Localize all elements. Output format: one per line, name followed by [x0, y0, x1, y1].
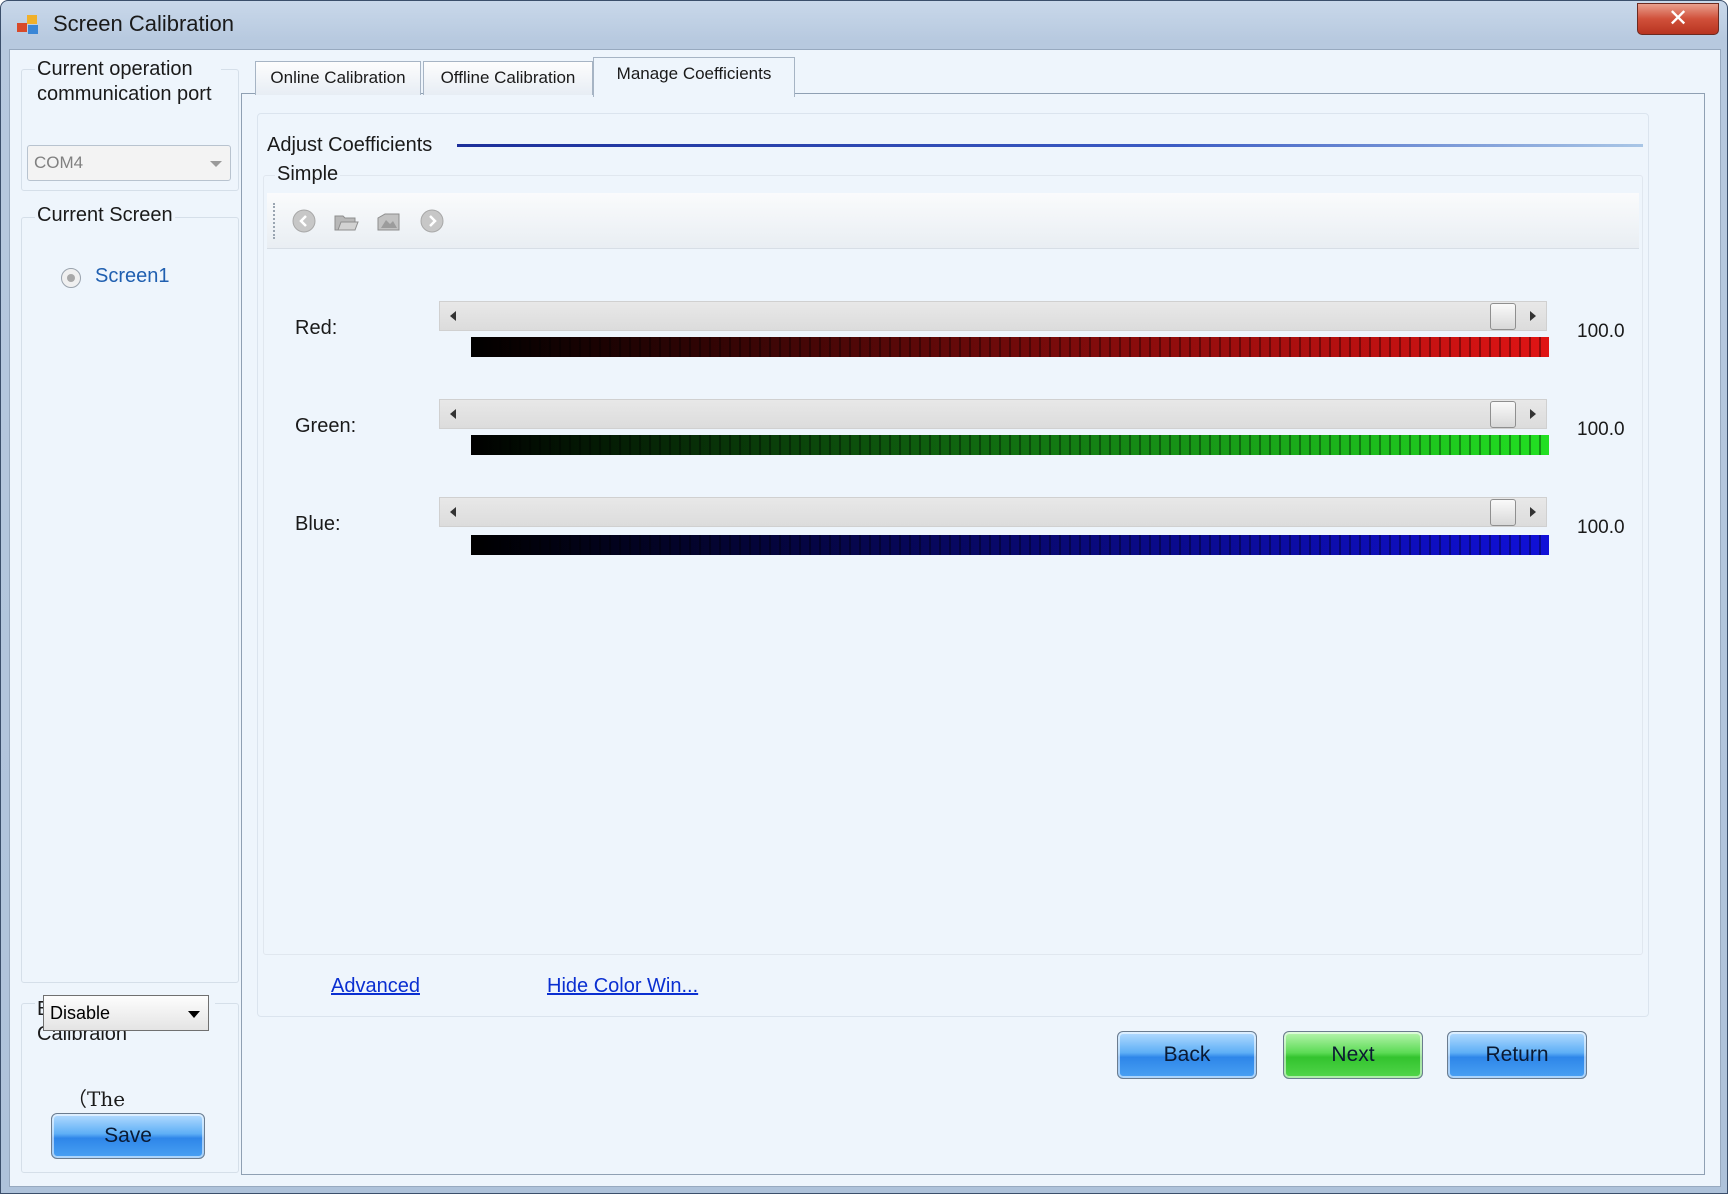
scroll-left-icon[interactable]	[450, 409, 456, 419]
enable-select-value: Disable	[50, 1003, 111, 1023]
green-gradient-bar	[471, 435, 1549, 455]
adjust-coefficients-label: Adjust Coefficients	[267, 134, 433, 156]
blue-slider[interactable]	[439, 497, 1547, 527]
toolbar	[267, 193, 1639, 249]
green-slider-thumb[interactable]	[1490, 401, 1516, 428]
radio-dot-icon	[67, 274, 75, 282]
simple-group	[263, 175, 1643, 955]
green-value: 100.0	[1577, 419, 1625, 440]
toolbar-grip	[273, 203, 276, 239]
back-icon[interactable]	[291, 208, 317, 234]
green-label: Green:	[295, 415, 357, 437]
close-button[interactable]: ✕	[1637, 3, 1719, 35]
red-slider[interactable]	[439, 301, 1547, 331]
chevron-down-icon	[210, 161, 222, 167]
scroll-right-icon[interactable]	[1530, 507, 1536, 517]
tab-manage-coefficients[interactable]: Manage Coefficients	[593, 57, 795, 97]
blue-value: 100.0	[1577, 517, 1625, 538]
tab-online-calibration[interactable]: Online Calibration	[255, 61, 421, 95]
note-text: （The	[67, 1087, 126, 1111]
window-title: Screen Calibration	[53, 11, 234, 36]
enable-select[interactable]: Disable	[43, 995, 209, 1031]
app-icon	[17, 15, 39, 35]
simple-label: Simple	[275, 162, 341, 187]
tab-offline-calibration[interactable]: Offline Calibration	[423, 61, 593, 95]
scroll-right-icon[interactable]	[1530, 311, 1536, 321]
scroll-left-icon[interactable]	[450, 311, 456, 321]
hide-color-window-link[interactable]: Hide Color Win...	[547, 975, 698, 998]
open-file-icon[interactable]	[375, 208, 401, 234]
screen1-label[interactable]: Screen1	[95, 265, 170, 288]
scroll-right-icon[interactable]	[1530, 409, 1536, 419]
blue-slider-thumb[interactable]	[1490, 499, 1516, 526]
open-folder-icon[interactable]	[333, 208, 359, 234]
red-value: 100.0	[1577, 321, 1625, 342]
screen-calibration-window: Screen Calibration ✕ Current operation c…	[0, 0, 1728, 1194]
red-slider-thumb[interactable]	[1490, 303, 1516, 330]
red-gradient-bar	[471, 337, 1549, 357]
save-button[interactable]: Save	[51, 1113, 205, 1159]
blue-gradient-bar	[471, 535, 1549, 555]
advanced-link[interactable]: Advanced	[331, 975, 420, 998]
blue-label: Blue:	[295, 513, 341, 535]
port-select[interactable]: COM4	[27, 145, 231, 181]
screen1-radio[interactable]	[61, 268, 81, 288]
port-select-value: COM4	[34, 153, 84, 172]
port-group-label: Current operation communication port	[35, 57, 221, 107]
forward-icon[interactable]	[419, 208, 445, 234]
current-screen-group	[21, 217, 239, 983]
red-label: Red:	[295, 317, 338, 339]
next-button[interactable]: Next	[1283, 1031, 1423, 1079]
return-button[interactable]: Return	[1447, 1031, 1587, 1079]
chevron-down-icon	[188, 1011, 200, 1018]
section-divider	[457, 144, 1643, 147]
back-button[interactable]: Back	[1117, 1031, 1257, 1079]
green-slider[interactable]	[439, 399, 1547, 429]
title-bar[interactable]: Screen Calibration ✕	[1, 1, 1727, 49]
current-screen-label: Current Screen	[35, 203, 175, 228]
scroll-left-icon[interactable]	[450, 507, 456, 517]
